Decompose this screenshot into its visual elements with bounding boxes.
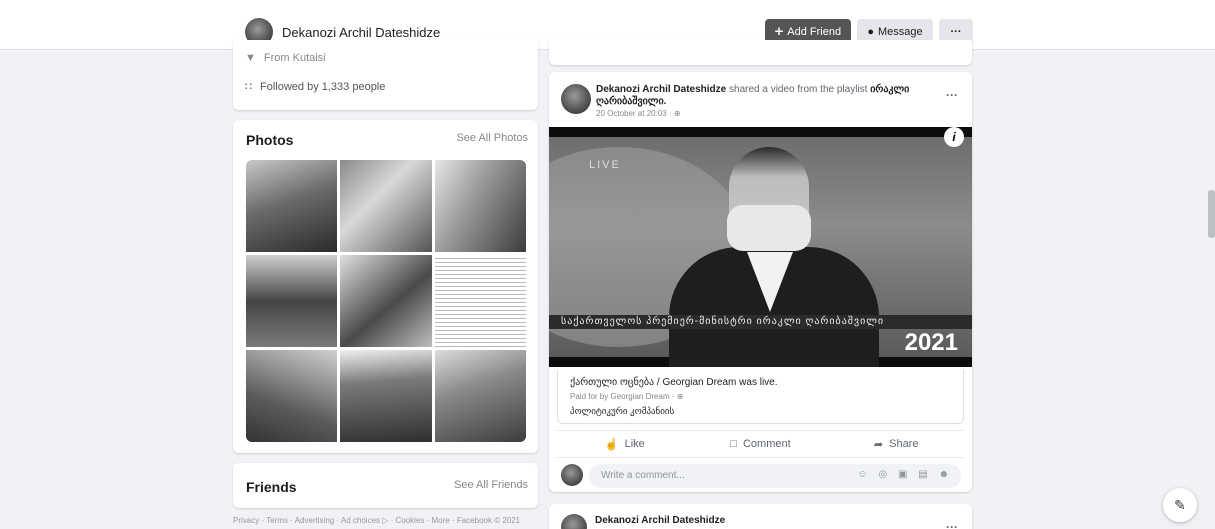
followers-text[interactable]: Followed by 1,333 people — [260, 81, 385, 93]
comment-placeholder[interactable]: Write a comment... — [601, 470, 685, 481]
embed-paid-line: Paid for by Georgian Dream · ⊕ — [570, 392, 684, 401]
intro-followers-row: ∷ Followed by 1,333 people — [245, 80, 385, 94]
shared-video-embed[interactable]: ქართული ოცნება / Georgian Dream was live… — [557, 370, 964, 424]
friends-card: Friends See All Friends — [233, 463, 538, 508]
location-pin-icon: ▼ — [245, 52, 256, 64]
photo-thumbnail[interactable] — [246, 350, 338, 442]
profile-name[interactable]: Dekanozi Archil Dateshidze — [282, 25, 440, 40]
message-label: Message — [878, 26, 923, 38]
see-all-photos-link[interactable]: See All Photos — [456, 132, 528, 144]
comment-composer: Write a comment... ☺ ◎ ▣ ▤ ☻ — [561, 464, 961, 488]
photos-title[interactable]: Photos — [246, 132, 293, 148]
embed-caption: პოლიტიკური კომპანიის — [570, 406, 675, 416]
new-message-button[interactable]: ✎ — [1163, 488, 1197, 522]
comment-bubble-icon: □ — [730, 438, 737, 450]
next-post-author[interactable]: Dekanozi Archil Dateshidze — [595, 515, 725, 526]
video-live-tag: LIVE — [589, 159, 621, 171]
compose-icon: ✎ — [1174, 496, 1186, 513]
from-text: From Kutaisi — [263, 52, 326, 64]
post-author-name[interactable]: Dekanozi Archil Dateshidze — [596, 84, 726, 95]
post-more-button[interactable]: ··· — [946, 88, 958, 102]
photo-thumbnail[interactable] — [246, 160, 338, 252]
add-friend-icon: ➕︎ — [774, 25, 784, 38]
comment-button[interactable]: □ Comment — [693, 431, 829, 457]
post-actions-bar: ☝ Like □ Comment ➦ Share — [557, 430, 964, 458]
next-post-avatar[interactable] — [561, 514, 587, 529]
messenger-icon: ● — [867, 26, 874, 38]
share-button[interactable]: ➦ Share — [828, 431, 964, 457]
video-year-logo: 2021 — [904, 329, 958, 356]
share-arrow-icon: ➦ — [873, 438, 884, 451]
intro-from-row: ▼ From Kutaisi — [245, 52, 326, 64]
video-person-mask — [727, 205, 811, 251]
feed-post: Dekanozi Archil Dateshidze shared a vide… — [549, 72, 972, 492]
next-feed-post: Dekanozi Archil Dateshidze ··· — [549, 504, 972, 529]
photo-thumbnail[interactable] — [434, 160, 526, 252]
footer-links[interactable]: Privacy · Terms · Advertising · Ad choic… — [233, 516, 520, 525]
photo-thumbnail[interactable] — [246, 255, 338, 347]
rss-icon: ∷ — [245, 81, 252, 93]
next-post-more-button[interactable]: ··· — [946, 520, 958, 529]
video-player[interactable]: LIVE საქართველოს პრემიერ-მინისტრი ირაკლი… — [549, 127, 972, 367]
scrollbar-thumb[interactable] — [1208, 190, 1215, 238]
see-all-friends-link[interactable]: See All Friends — [454, 479, 528, 491]
video-ticker-text: საქართველოს პრემიერ-მინისტრი ირაკლი ღარი… — [561, 316, 885, 327]
photo-thumbnail[interactable] — [340, 350, 432, 442]
comment-attachment-icons[interactable]: ☺ ◎ ▣ ▤ ☻ — [858, 469, 953, 480]
thumbs-up-icon: ☝ — [604, 438, 619, 451]
share-label: Share — [889, 438, 919, 450]
info-icon[interactable]: i — [944, 127, 964, 147]
photo-thumbnail[interactable] — [340, 255, 432, 347]
previous-post-tail — [549, 40, 972, 65]
photo-thumbnail[interactable] — [434, 255, 526, 347]
embed-page-line[interactable]: ქართული ოცნება / Georgian Dream was live… — [570, 377, 778, 388]
post-header: Dekanozi Archil Dateshidze shared a vide… — [596, 84, 936, 108]
comment-label: Comment — [742, 438, 791, 450]
intro-card: ▼ From Kutaisi ∷ Followed by 1,333 peopl… — [233, 40, 538, 110]
photos-card: Photos See All Photos — [233, 120, 538, 453]
post-author-avatar[interactable] — [561, 84, 591, 114]
post-timestamp[interactable]: 20 October at 20:03 · ⊕ — [596, 109, 681, 118]
post-shared-text: shared a video from the playlist — [726, 84, 871, 95]
like-label: Like — [624, 438, 645, 450]
photo-thumbnail[interactable] — [340, 160, 432, 252]
photo-thumbnail[interactable] — [434, 350, 526, 442]
friends-title[interactable]: Friends — [246, 479, 297, 495]
commenter-avatar — [561, 464, 583, 486]
add-friend-label: Add Friend — [787, 26, 842, 38]
photos-grid — [246, 160, 526, 442]
like-button[interactable]: ☝ Like — [557, 431, 693, 457]
